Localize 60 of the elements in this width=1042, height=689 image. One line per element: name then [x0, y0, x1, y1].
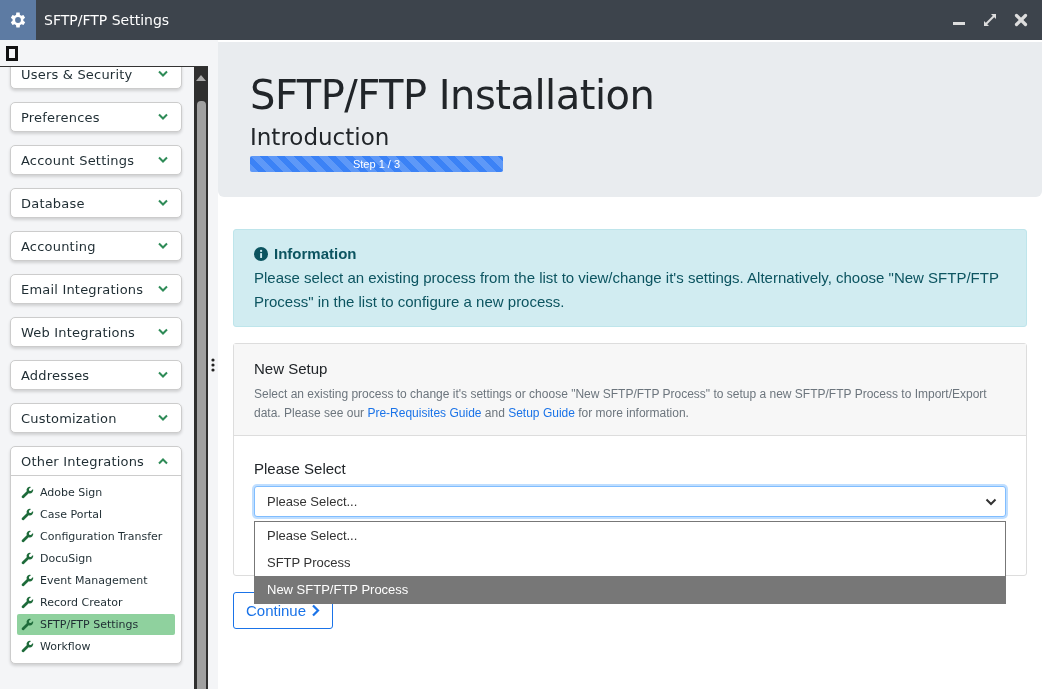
sidebar-item[interactable]: Event Management — [17, 570, 175, 591]
card-description: Select an existing process to change it's settings or choose "New SFTP/FTP Process" to setup a new SFTP/FTP Process to Import/Export data. Please see our Pre-Requisites Guide and Setup Guide for more information. — [254, 386, 988, 422]
sidebar-item[interactable]: SFTP/FTP Settings — [17, 614, 175, 635]
sidebar-item[interactable]: DocuSign — [17, 548, 175, 569]
chevron-down-icon — [157, 328, 169, 336]
sidebar-group-header[interactable]: Other Integrations — [11, 447, 181, 476]
dropdown-option[interactable]: SFTP Process — [255, 549, 1005, 576]
sidebar-item[interactable]: Configuration Transfer — [17, 526, 175, 547]
sidebar-group-header[interactable]: Database — [11, 189, 181, 217]
dropdown-option[interactable]: New SFTP/FTP Process — [255, 576, 1005, 603]
sidebar-group-header[interactable]: Preferences — [11, 103, 181, 131]
dropdown-option[interactable]: Please Select... — [255, 522, 1005, 549]
chevron-down-icon — [157, 156, 169, 164]
progress-bar: Step 1 / 3 — [250, 156, 503, 172]
info-title: Information — [274, 245, 357, 262]
scrollbar[interactable] — [194, 67, 208, 689]
wrench-icon — [21, 508, 34, 521]
window-title: SFTP/FTP Settings — [44, 12, 170, 28]
chevron-down-icon — [157, 285, 169, 293]
wrench-icon — [21, 618, 34, 631]
chevron-down-icon — [157, 414, 169, 422]
chevron-down-icon — [157, 113, 169, 121]
chevron-down-icon — [157, 70, 169, 78]
sidebar-item[interactable]: Record Creator — [17, 592, 175, 613]
select-label: Please Select — [254, 460, 347, 477]
sidebar-item[interactable]: Workflow — [17, 636, 175, 657]
chevron-down-icon — [157, 199, 169, 207]
close-icon[interactable] — [1014, 13, 1028, 27]
wrench-icon — [21, 530, 34, 543]
drag-handle-icon[interactable] — [211, 357, 215, 372]
sidebar-group-header[interactable]: Web Integrations — [11, 318, 181, 346]
sidebar-group-header[interactable]: Email Integrations — [11, 275, 181, 303]
sidebar-toggle-icon[interactable] — [6, 45, 18, 61]
card-title: New Setup — [254, 360, 329, 377]
wrench-icon — [21, 552, 34, 565]
info-icon — [254, 246, 268, 261]
page-title: SFTP/FTP Installation — [250, 72, 656, 118]
wrench-icon — [21, 574, 34, 587]
chevron-down-icon — [985, 497, 997, 506]
pre-requisites-link[interactable]: Pre-Requisites Guide — [367, 406, 482, 420]
chevron-right-icon — [311, 604, 321, 617]
chevron-down-icon — [157, 371, 169, 379]
info-text: Please select an existing process from the list to view/change it's settings. Alternatively, choose "New SFTP/FTP Process" in the list to configure a new process. — [254, 268, 1000, 312]
chevron-up-icon — [157, 457, 169, 465]
sidebar-item[interactable]: Case Portal — [17, 504, 175, 525]
sidebar-group-header[interactable]: Account Settings — [11, 146, 181, 174]
sidebar-item[interactable]: Adobe Sign — [17, 482, 175, 503]
maximize-icon[interactable] — [982, 12, 998, 28]
gear-icon — [8, 10, 28, 30]
setup-guide-link[interactable]: Setup Guide — [508, 406, 575, 420]
sidebar-group-header[interactable]: Customization — [11, 404, 181, 432]
step-title: Introduction — [250, 124, 391, 150]
wrench-icon — [21, 596, 34, 609]
process-select[interactable]: Please Select... — [254, 486, 1006, 517]
chevron-down-icon — [157, 242, 169, 250]
wrench-icon — [21, 486, 34, 499]
wrench-icon — [21, 640, 34, 653]
sidebar-group-header[interactable]: Accounting — [11, 232, 181, 260]
sidebar-group-header[interactable]: Addresses — [11, 361, 181, 389]
sidebar-group-header[interactable]: Users & Security — [11, 67, 181, 88]
